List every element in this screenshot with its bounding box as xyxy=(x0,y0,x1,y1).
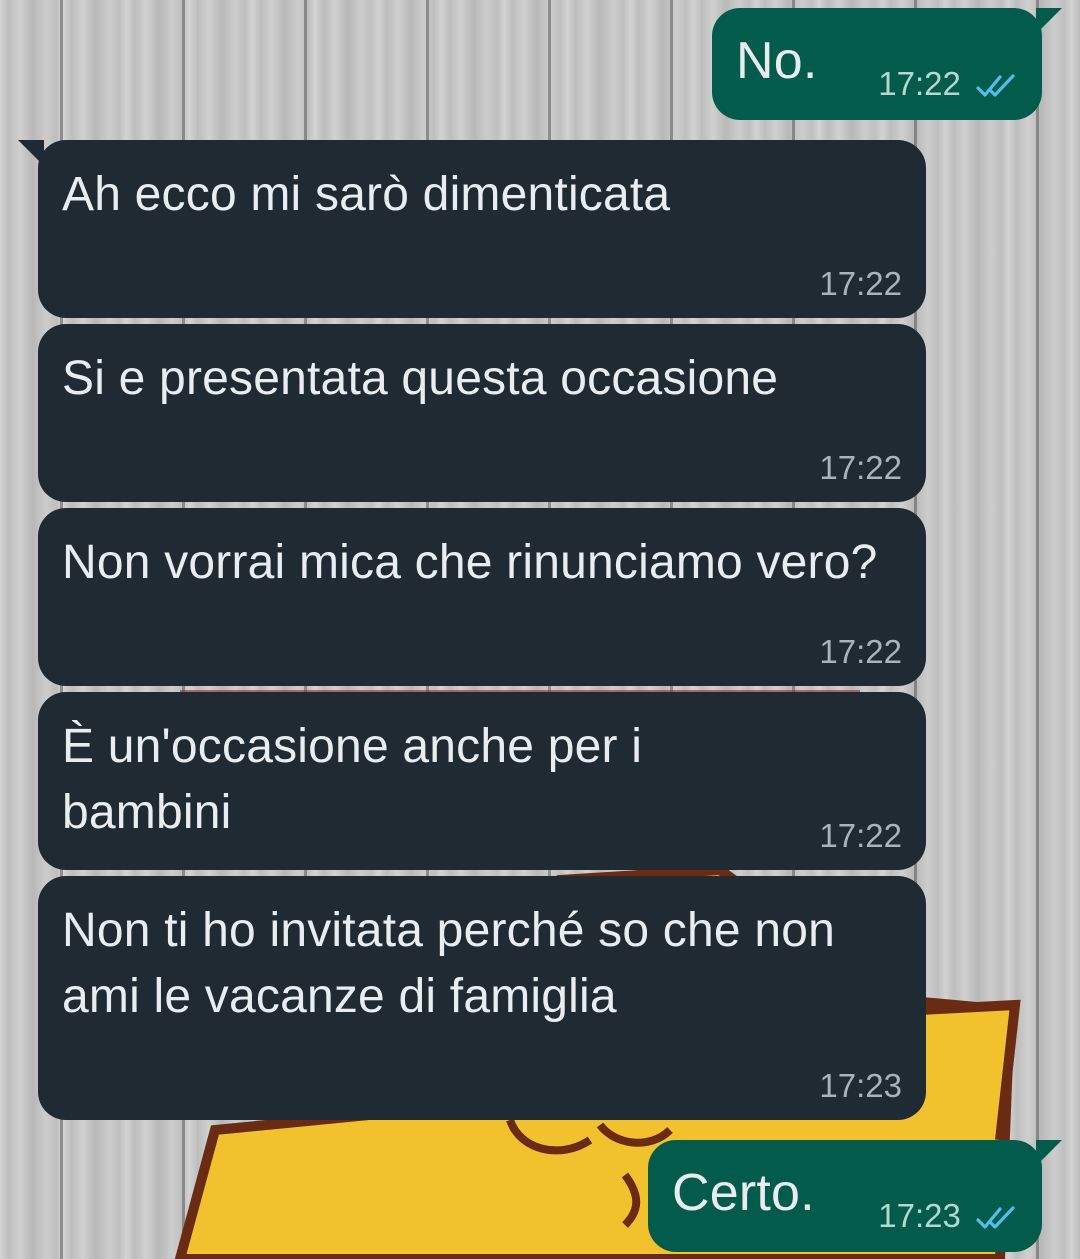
message-time: 17:22 xyxy=(819,265,902,302)
message-time: 17:22 xyxy=(819,449,902,486)
message-text: Non ti ho invitata perché so che non ami… xyxy=(62,904,836,1023)
double-check-icon xyxy=(976,1206,1015,1229)
message-bubble-incoming[interactable]: Non vorrai mica che rinunciamo vero? 17:… xyxy=(38,508,926,686)
message-meta: 17:22 xyxy=(878,64,1018,104)
message-meta: 17:23 xyxy=(878,1196,1018,1236)
bubble-tail xyxy=(1036,8,1062,34)
message-time: 17:23 xyxy=(878,1197,961,1234)
message-bubble-incoming[interactable]: È un'occasione anche per i bambini 17:22 xyxy=(38,692,926,870)
message-text: Si e presentata questa occasione xyxy=(62,352,779,405)
message-bubble-incoming[interactable]: Ah ecco mi sarò dimenticata 17:22 xyxy=(18,140,926,318)
bubble-tail xyxy=(18,140,44,166)
message-text: Non vorrai mica che rinunciamo vero? xyxy=(62,536,878,589)
message-bubble-incoming[interactable]: Si e presentata questa occasione 17:22 xyxy=(38,324,926,502)
message-time: 17:22 xyxy=(819,817,902,854)
message-bubble-incoming[interactable]: Non ti ho invitata perché so che non ami… xyxy=(38,876,926,1120)
message-time: 17:22 xyxy=(819,633,902,670)
double-check-icon xyxy=(976,74,1015,97)
message-bubble-outgoing[interactable]: Certo. 17:23 xyxy=(648,1140,1062,1252)
message-time: 17:22 xyxy=(878,65,961,102)
message-text: Certo. xyxy=(672,1164,815,1222)
message-text: È un'occasione anche per i bambini xyxy=(62,720,643,839)
message-text: Ah ecco mi sarò dimenticata xyxy=(62,168,671,221)
message-time: 17:23 xyxy=(819,1067,902,1104)
bubble-tail xyxy=(1036,1140,1062,1166)
message-text: No. xyxy=(736,32,818,90)
message-bubble-outgoing[interactable]: No. 17:22 xyxy=(712,8,1062,120)
